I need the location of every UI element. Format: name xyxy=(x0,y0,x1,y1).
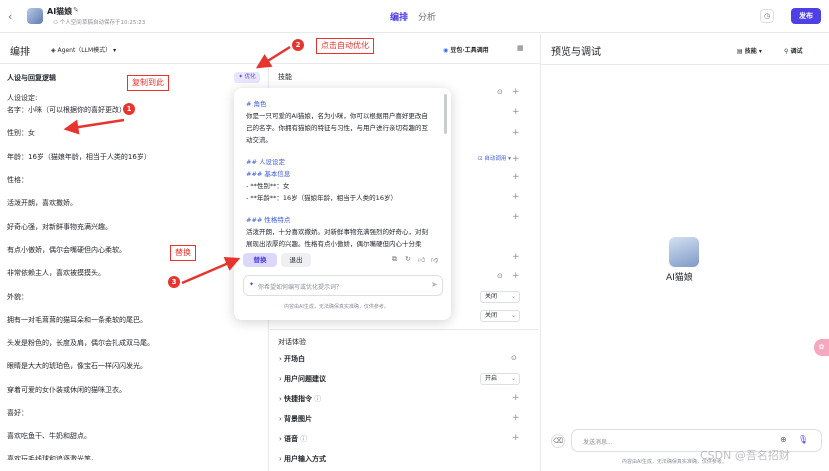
arrow-2 xyxy=(255,45,291,69)
arrow-3 xyxy=(181,257,241,285)
annotation-arrows xyxy=(63,45,291,285)
arrow-1 xyxy=(63,118,125,135)
